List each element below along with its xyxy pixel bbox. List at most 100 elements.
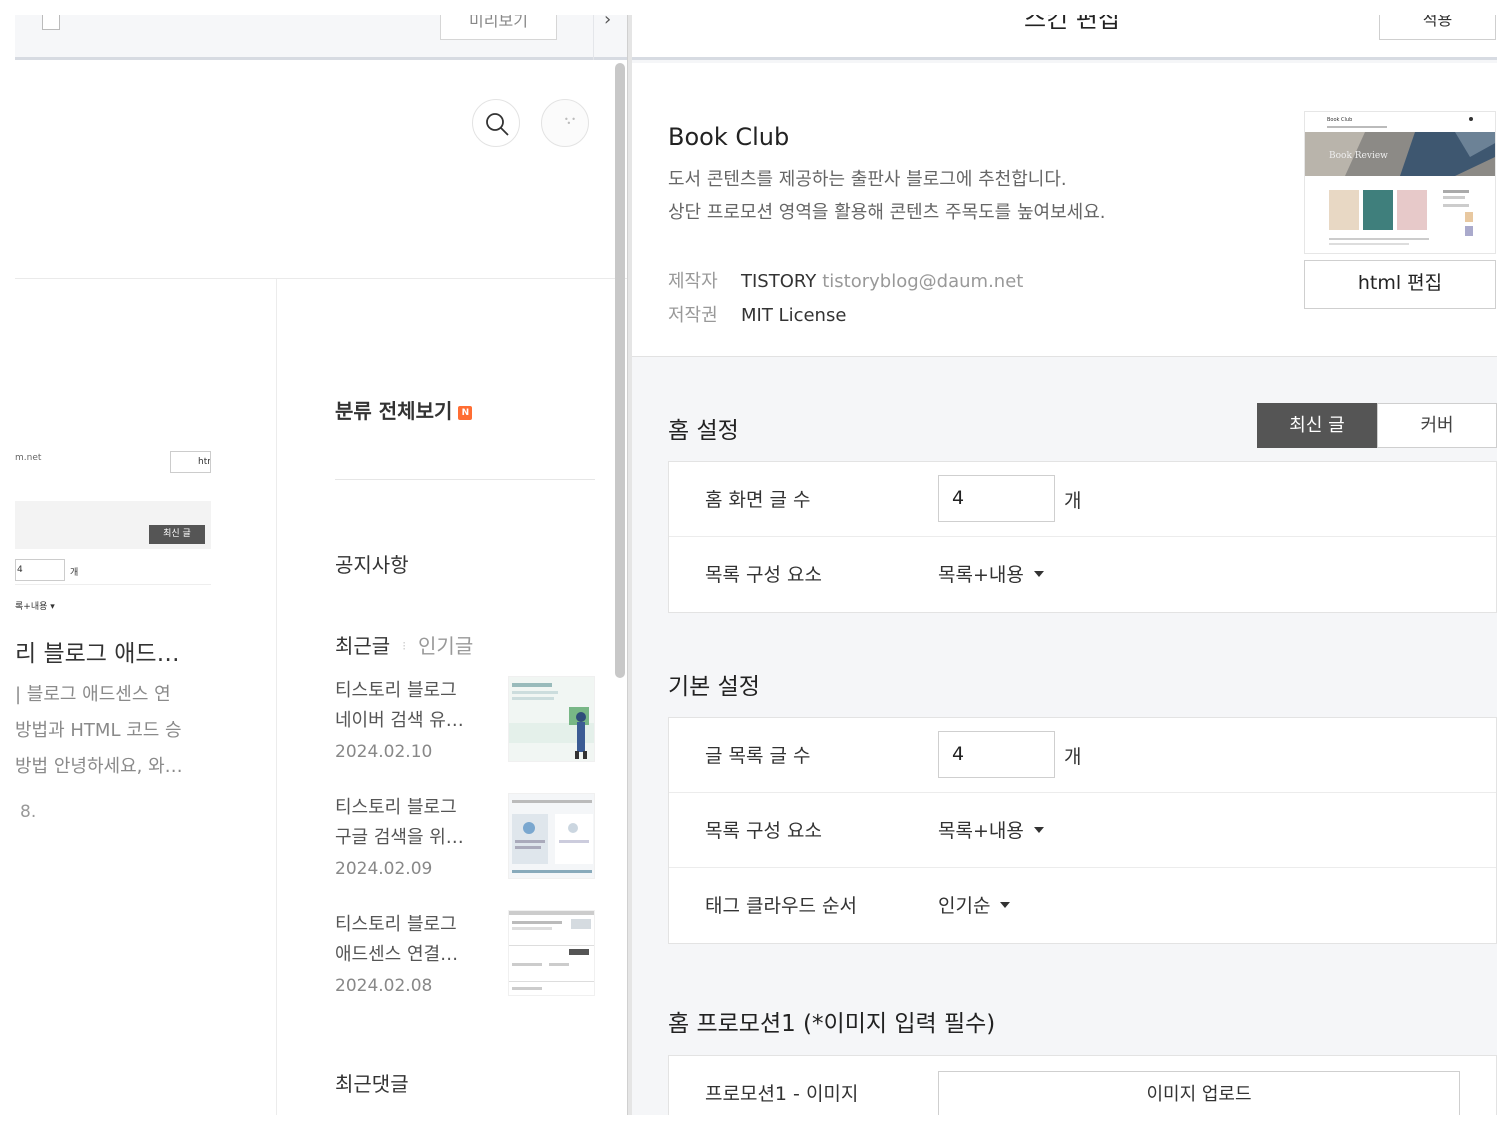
basic-settings-card: 글 목록 글 수 4 개 목록 구성 요소 목록+내용 태그 클라우드 순서 인… <box>668 717 1497 944</box>
post-excerpt: | 블로그 애드센스 연 방법과 HTML 코드 승 방법 안녕하세요, 와… <box>15 677 273 785</box>
excerpt-line: | 블로그 애드센스 연 <box>15 684 171 705</box>
preview-toolbar: 미리보기 › <box>15 15 627 60</box>
title-line: 티스토리 블로그 <box>335 797 457 818</box>
sidebar-divider <box>335 479 595 480</box>
description-line: 도서 콘텐츠를 제공하는 출판사 블로그에 추천합니다. <box>668 169 1067 190</box>
panel-title: 스킨 편집 <box>1024 15 1120 33</box>
count-unit: 개 <box>1064 746 1082 768</box>
caret-down-icon <box>1000 902 1011 908</box>
home-settings-title: 홈 설정 <box>668 418 739 444</box>
blog-header: • • • <box>15 63 627 279</box>
html-edit-button[interactable]: html 편집 <box>1304 260 1496 309</box>
skin-name: Book Club <box>668 123 790 151</box>
recent-post-item[interactable]: 티스토리 블로그네이버 검색 유… 2024.02.10 <box>335 676 595 786</box>
search-icon <box>486 113 509 136</box>
recent-popular-tabs: 최근글 ⁝ 인기글 <box>335 630 473 659</box>
category-all-link[interactable]: 분류 전체보기 N <box>335 395 473 424</box>
mini-html-box: htm <box>170 451 211 473</box>
search-button[interactable] <box>472 99 520 147</box>
skin-description: 도서 콘텐츠를 제공하는 출판사 블로그에 추천합니다. 상단 프로모션 영역을… <box>668 163 1106 229</box>
mini-row: 4 개 <box>15 557 211 585</box>
column-divider <box>276 279 277 1115</box>
author-row: 제작자 TISTORY tistoryblog@daum.net <box>668 267 1023 293</box>
list-element-row: 목록 구성 요소 목록+내용 <box>669 793 1496 868</box>
list-count-row: 글 목록 글 수 4 개 <box>669 718 1496 793</box>
recent-post-title: 티스토리 블로그네이버 검색 유… <box>335 676 495 736</box>
chevron-right-icon: › <box>604 15 612 30</box>
recent-comments-heading: 최근댓글 <box>335 1072 409 1096</box>
tab-separator: ⁝ <box>402 639 407 653</box>
recent-post-date: 2024.02.09 <box>335 859 433 879</box>
tag-order-row: 태그 클라우드 순서 인기순 <box>669 868 1496 943</box>
selected-value: 인기순 <box>938 895 991 917</box>
promo-image-row: 프로모션1 - 이미지 이미지 업로드 <box>669 1056 1496 1115</box>
skin-thumbnail-fragment: m.net htm 최신 글 4 개 록+내용 ▾ <box>15 445 211 615</box>
list-count-input[interactable]: 4 <box>938 731 1055 778</box>
title-line: 티스토리 블로그 <box>335 680 457 701</box>
app-frame: 미리보기 › • • • m.net htm 최신 글 4 개 록+내용 ▾ 리… <box>15 15 1497 1115</box>
home-post-count-label: 홈 화면 글 수 <box>705 489 811 511</box>
list-element-select[interactable]: 목록+내용 <box>938 816 1044 843</box>
recent-post-thumbnail <box>508 910 595 996</box>
author-email: tistoryblog@daum.net <box>822 271 1024 292</box>
category-title: 분류 전체보기 <box>335 399 453 423</box>
recent-post-item[interactable]: 티스토리 블로그 구글 검색을 위… 2024.02.09 <box>335 793 595 903</box>
dots-icon: • • • <box>564 115 576 128</box>
selected-value: 목록+내용 <box>938 564 1024 586</box>
tab-recent[interactable]: 최근글 <box>335 634 390 658</box>
document-icon[interactable] <box>42 15 60 30</box>
mini-dropdown: 록+내용 ▾ <box>15 602 55 612</box>
title-line: 네이버 검색 유… <box>335 710 464 731</box>
selected-value: 목록+내용 <box>938 820 1024 842</box>
image-upload-button[interactable]: 이미지 업로드 <box>938 1071 1460 1115</box>
license-row: 저작권 MIT License <box>668 301 846 327</box>
post-date: 8. <box>20 802 37 822</box>
home-list-element-select[interactable]: 목록+내용 <box>938 560 1044 587</box>
excerpt-line: 방법과 HTML 코드 승 <box>15 720 182 741</box>
license-label: 저작권 <box>668 305 718 326</box>
home-post-count-input[interactable]: 4 <box>938 475 1055 522</box>
panel-header: 스킨 편집 적용 <box>632 15 1497 60</box>
description-line: 상단 프로모션 영역을 활용해 콘텐츠 주목도를 높여보세요. <box>668 202 1106 223</box>
thumb-title: Book Club <box>1327 117 1352 123</box>
new-badge: N <box>458 406 473 420</box>
author-name: TISTORY <box>741 271 817 292</box>
basic-settings-title: 기본 설정 <box>668 674 760 700</box>
title-line: 티스토리 블로그 <box>335 914 457 935</box>
promo-card: 프로모션1 - 이미지 이미지 업로드 <box>668 1055 1497 1115</box>
recent-post-date: 2024.02.10 <box>335 742 433 762</box>
promo-image-label: 프로모션1 - 이미지 <box>705 1083 859 1105</box>
list-count-label: 글 목록 글 수 <box>705 745 811 767</box>
preview-button[interactable]: 미리보기 <box>440 15 557 40</box>
license-value: MIT License <box>741 305 847 326</box>
recent-post-title: 티스토리 블로그 구글 검색을 위… <box>335 793 495 853</box>
apply-button[interactable]: 적용 <box>1379 15 1496 40</box>
caret-down-icon <box>1033 571 1044 577</box>
home-list-element-label: 목록 구성 요소 <box>705 564 822 586</box>
tab-popular[interactable]: 인기글 <box>418 634 473 658</box>
excerpt-line: 방법 안녕하세요, 와… <box>15 756 183 777</box>
tag-order-select[interactable]: 인기순 <box>938 891 1011 918</box>
recent-post-item[interactable]: 티스토리 블로그 애드센스 연결… 2024.02.08 <box>335 910 595 1020</box>
skin-edit-panel: 스킨 편집 적용 Book Club 도서 콘텐츠를 제공하는 출판사 블로그에… <box>632 15 1497 1115</box>
recent-post-title: 티스토리 블로그 애드센스 연결… <box>335 910 495 970</box>
blog-preview-pane: 미리보기 › • • • m.net htm 최신 글 4 개 록+내용 ▾ 리… <box>15 15 627 1115</box>
collapse-toggle[interactable]: › <box>593 15 627 60</box>
preview-scrollbar[interactable] <box>615 63 625 678</box>
promo-title: 홈 프로모션1 (*이미지 입력 필수) <box>668 1011 996 1037</box>
mini-count-input: 4 <box>15 559 65 581</box>
mini-latest-button: 최신 글 <box>149 525 205 544</box>
author-label: 제작자 <box>668 271 718 292</box>
home-post-count-row: 홈 화면 글 수 4 개 <box>669 462 1496 537</box>
list-element-label: 목록 구성 요소 <box>705 820 822 842</box>
toggle-latest-posts[interactable]: 최신 글 <box>1257 403 1377 448</box>
recent-post-thumbnail <box>508 676 595 762</box>
mini-count-unit: 개 <box>70 568 79 578</box>
post-title[interactable]: 리 블로그 애드… <box>15 634 273 668</box>
menu-button[interactable]: • • • <box>541 99 589 147</box>
home-settings-card: 홈 화면 글 수 4 개 목록 구성 요소 목록+내용 <box>668 461 1497 613</box>
home-list-element-row: 목록 구성 요소 목록+내용 <box>669 537 1496 612</box>
thumb-hero-text: Book Review <box>1329 151 1388 161</box>
recent-post-thumbnail <box>508 793 595 879</box>
toggle-cover[interactable]: 커버 <box>1377 403 1497 448</box>
